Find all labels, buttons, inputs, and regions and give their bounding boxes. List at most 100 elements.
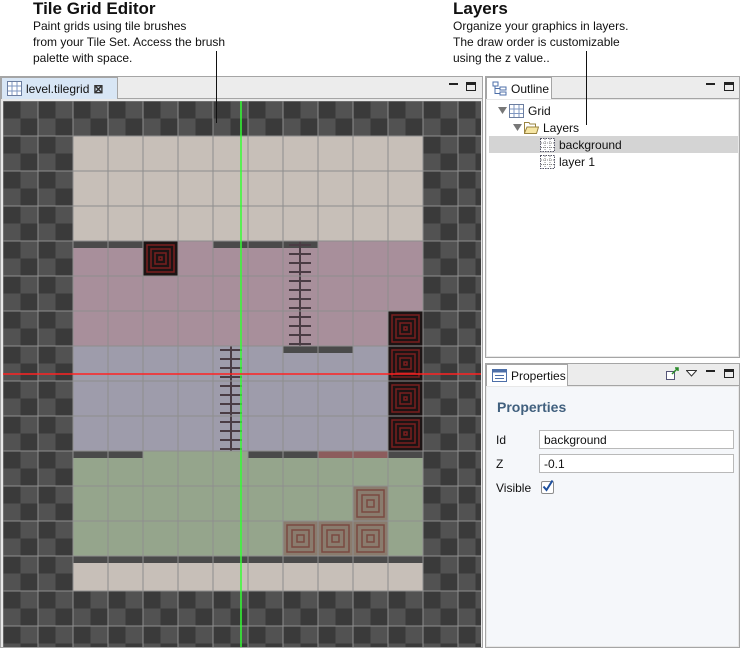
checker-cell [38, 346, 56, 364]
checker-cell [3, 591, 21, 609]
layers-annotation-line: using the z value.. [453, 51, 550, 65]
checker-cell [440, 171, 458, 189]
checker-cell [300, 101, 318, 119]
checker-cell [3, 608, 21, 626]
checker-cell [405, 626, 423, 644]
checker-cell [423, 381, 441, 399]
checker-cell [458, 486, 476, 504]
checker-cell [90, 608, 108, 626]
z-field[interactable] [539, 454, 734, 473]
checker-cell [458, 381, 476, 399]
checker-cell [3, 223, 21, 241]
checker-cell [90, 591, 108, 609]
tree-item-grid[interactable]: Grid [497, 102, 551, 119]
checker-cell [458, 153, 476, 171]
checker-cell [458, 521, 476, 539]
checker-cell [440, 573, 458, 591]
tab-level-tilegrid[interactable]: level.tilegrid ⊠ [1, 77, 118, 99]
checker-cell [230, 626, 248, 644]
close-icon[interactable]: ⊠ [93, 83, 103, 95]
checker-cell [300, 626, 318, 644]
checker-cell [160, 643, 178, 647]
checker-cell [458, 241, 476, 259]
spiral-tile [388, 381, 423, 416]
checker-cell [3, 538, 21, 556]
checker-cell [3, 416, 21, 434]
checker-cell [423, 486, 441, 504]
checker-cell [440, 468, 458, 486]
checker-cell [458, 468, 476, 486]
layer-icon [540, 154, 555, 169]
checker-cell [458, 101, 476, 119]
checker-cell [38, 573, 56, 591]
checker-cell [475, 643, 481, 647]
chevron-down-icon[interactable] [512, 123, 522, 133]
checker-cell [213, 626, 231, 644]
minimize-icon[interactable] [704, 80, 717, 93]
checker-cell [440, 258, 458, 276]
checker-cell [38, 643, 56, 647]
tab-outline[interactable]: Outline [486, 77, 552, 99]
checker-cell [108, 608, 126, 626]
tab-properties[interactable]: Properties [486, 364, 568, 386]
checker-cell [423, 363, 441, 381]
checker-cell [20, 433, 38, 451]
tree-item-background[interactable]: background [489, 136, 738, 153]
tab-label: Properties [511, 368, 566, 383]
checker-cell [55, 626, 73, 644]
visible-checkbox[interactable] [541, 479, 554, 494]
checker-cell [195, 591, 213, 609]
checker-cell [370, 626, 388, 644]
checker-cell [475, 486, 481, 504]
pin-icon[interactable] [666, 367, 679, 380]
checker-cell [423, 346, 441, 364]
tab-label: Outline [511, 81, 550, 96]
checker-cell [20, 171, 38, 189]
maximize-icon[interactable] [722, 80, 735, 93]
minimize-icon[interactable] [704, 367, 717, 380]
checker-cell [38, 381, 56, 399]
view-menu-icon[interactable] [685, 367, 698, 380]
checker-cell [3, 521, 21, 539]
checker-cell [300, 643, 318, 647]
checker-cell [20, 363, 38, 381]
checker-cell [73, 626, 91, 644]
checker-cell [38, 451, 56, 469]
tile-grid-canvas[interactable] [3, 101, 481, 647]
checker-cell [318, 591, 336, 609]
checker-cell [458, 556, 476, 574]
crate-tile [318, 521, 353, 556]
minimize-icon[interactable] [447, 80, 460, 93]
checker-cell [20, 311, 38, 329]
checker-cell [335, 591, 353, 609]
checker-cell [55, 451, 73, 469]
maximize-icon[interactable] [722, 367, 735, 380]
checker-cell [440, 643, 458, 647]
checker-cell [370, 643, 388, 647]
checker-cell [388, 118, 406, 136]
checker-cell [265, 643, 283, 647]
checker-cell [440, 608, 458, 626]
checker-cell [178, 101, 196, 119]
checker-cell [125, 643, 143, 647]
tree-item-layers[interactable]: Layers [512, 119, 579, 136]
checker-cell [475, 416, 481, 434]
checker-cell [475, 381, 481, 399]
checker-cell [475, 153, 481, 171]
checker-cell [423, 451, 441, 469]
checker-cell [423, 188, 441, 206]
checker-cell [318, 608, 336, 626]
maximize-icon[interactable] [464, 80, 477, 93]
chevron-down-icon[interactable] [497, 106, 507, 116]
checker-cell [55, 188, 73, 206]
checker-cell [475, 346, 481, 364]
checker-cell [283, 118, 301, 136]
checker-cell [143, 608, 161, 626]
checker-cell [475, 398, 481, 416]
checker-cell [20, 591, 38, 609]
id-field[interactable] [539, 430, 734, 449]
checker-cell [20, 573, 38, 591]
tree-item-layer-1[interactable]: layer 1 [540, 153, 595, 170]
tile-grid [3, 101, 481, 647]
z-label: Z [496, 457, 504, 471]
